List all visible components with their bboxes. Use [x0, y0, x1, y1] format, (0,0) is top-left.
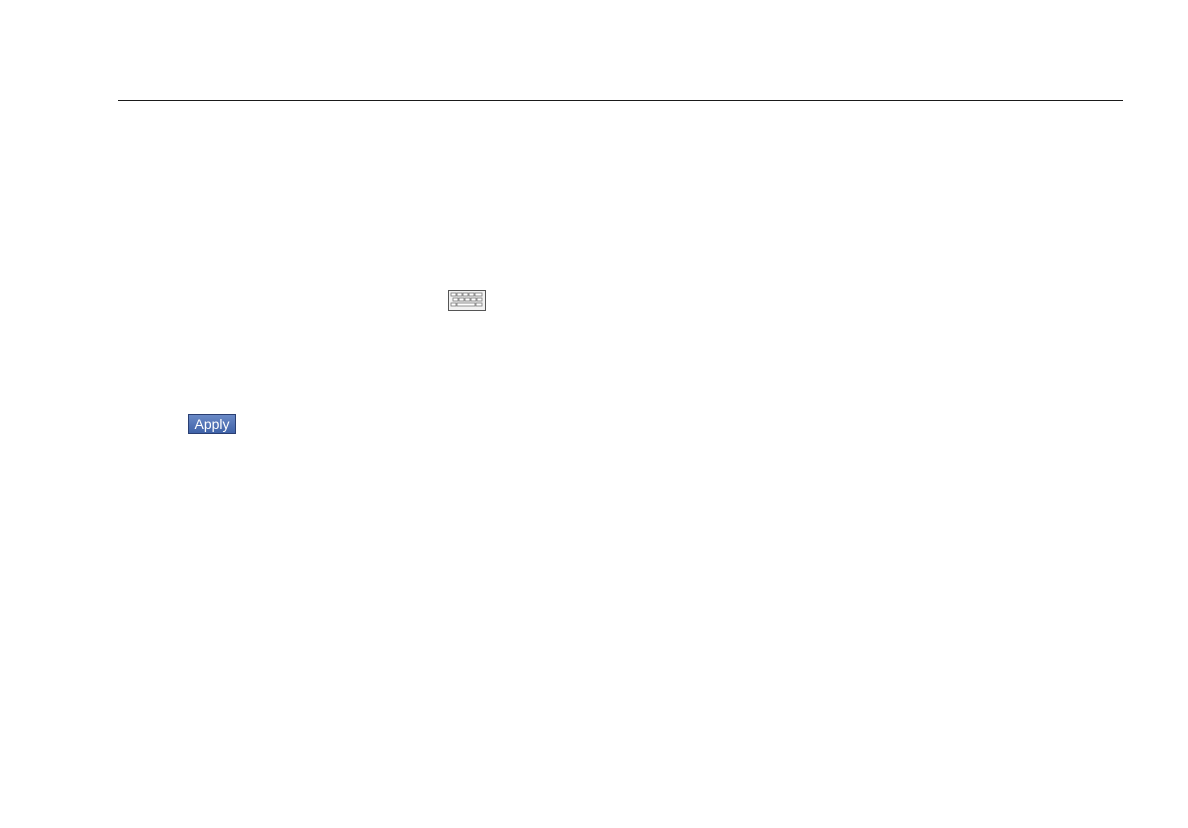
apply-button[interactable]: Apply [188, 414, 236, 434]
keyboard-icon[interactable] [448, 290, 486, 311]
header-divider [118, 100, 1123, 101]
